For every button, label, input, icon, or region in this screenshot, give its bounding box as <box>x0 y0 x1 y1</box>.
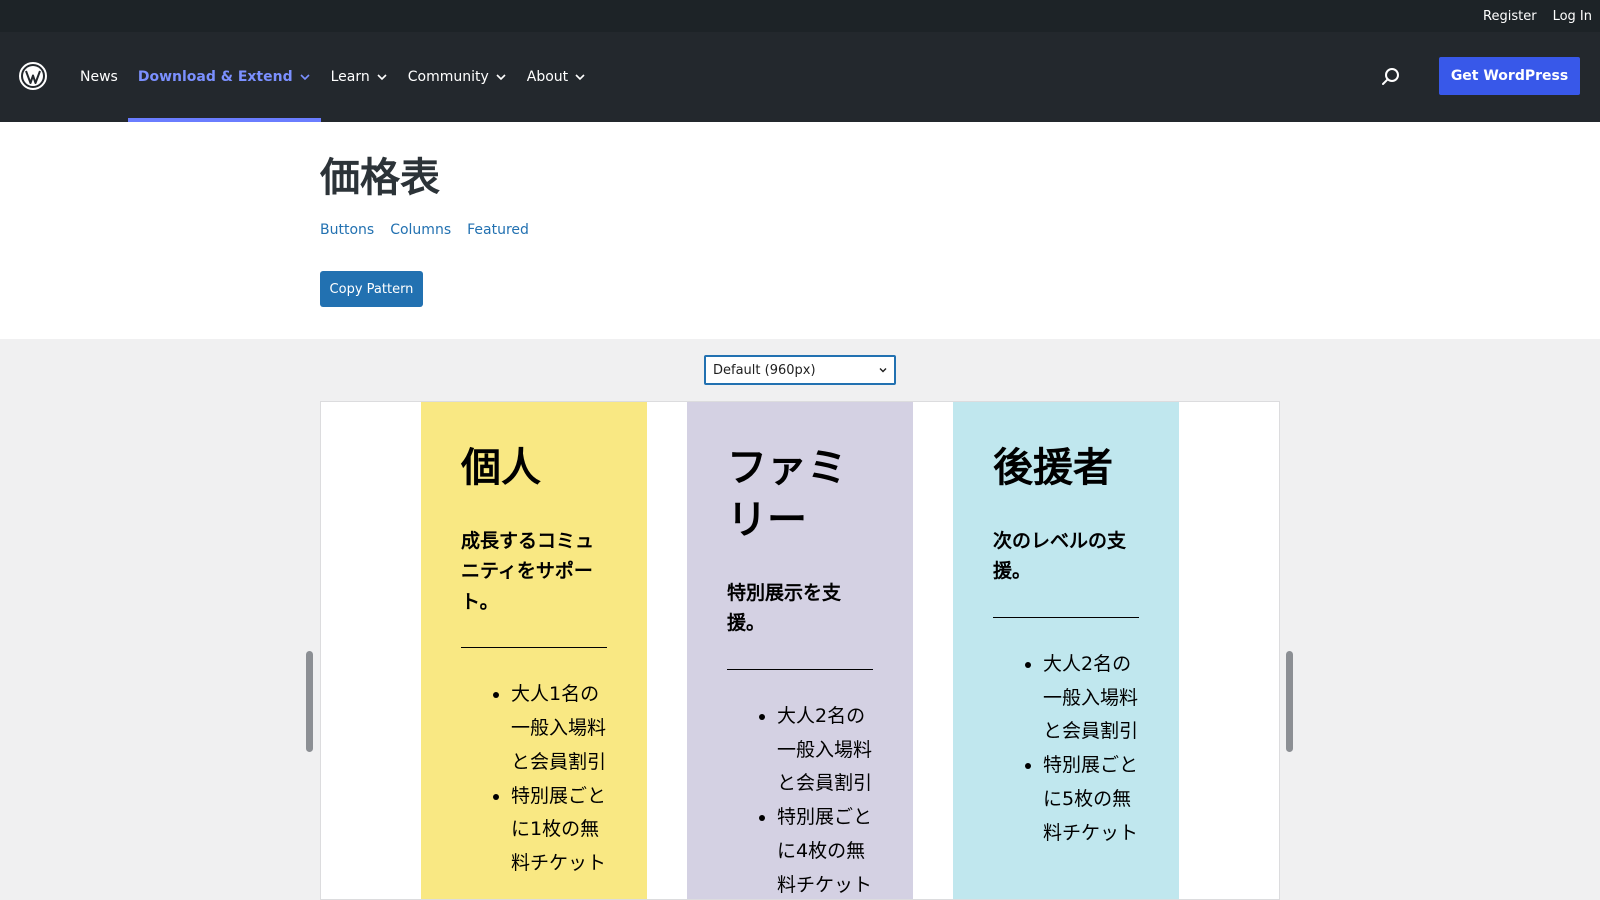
feature-item: 特別展ごとに5枚の無料チケット <box>1043 749 1139 850</box>
pricing-description: 次のレベルの支援。 <box>993 530 1127 583</box>
copy-pattern-button[interactable]: Copy Pattern <box>320 271 423 307</box>
feature-list: 大人1名の一般入場料と会員割引 特別展ごとに1枚の無料チケット <box>461 678 607 881</box>
pricing-description: 特別展示を支援。 <box>727 582 842 635</box>
category-link-buttons[interactable]: Buttons <box>320 222 374 238</box>
nav-item-label: About <box>526 69 569 85</box>
feature-item: 大人1名の一般入場料と会員割引 <box>511 678 607 779</box>
register-link[interactable]: Register <box>1483 9 1537 24</box>
nav-item-label: Community <box>407 69 489 85</box>
preview-width-value: Default (960px) <box>713 362 816 378</box>
nav-item-label: News <box>80 69 118 85</box>
nav-item-learn[interactable]: Learn <box>321 32 398 122</box>
feature-list: 大人2名の一般入場料と会員割引 特別展ごとに4枚の無料チケット <box>727 700 873 899</box>
pricing-column-family: ファミリー 特別展示を支援。 大人2名の一般入場料と会員割引 特別展ごとに4枚の… <box>687 402 913 899</box>
feature-item: 特別展ごとに4枚の無料チケット <box>777 801 873 899</box>
login-link[interactable]: Log In <box>1553 9 1592 24</box>
pricing-title: ファミリー <box>727 445 847 543</box>
preview-width-select[interactable]: Default (960px) <box>704 355 896 385</box>
nav-item-label: Download & Extend <box>137 69 293 85</box>
nav-item-about[interactable]: About <box>517 32 596 122</box>
nav-item-label: Learn <box>330 69 370 85</box>
wordpress-logo-icon[interactable] <box>19 62 47 90</box>
chevron-down-icon <box>300 74 310 81</box>
divider <box>461 647 607 649</box>
feature-item: 大人2名の一般入場料と会員割引 <box>1043 648 1139 749</box>
nav-item-news[interactable]: News <box>70 32 128 122</box>
top-bar: Register Log In <box>0 0 1600 32</box>
pricing-column-patron: 後援者 次のレベルの支援。 大人2名の一般入場料と会員割引 特別展ごとに5枚の無… <box>953 402 1179 899</box>
pricing-description: 成長するコミュニティをサポート。 <box>461 530 595 613</box>
preview-resize-handle-left[interactable] <box>306 651 313 752</box>
divider <box>727 668 873 670</box>
preview-resize-handle-right[interactable] <box>1286 651 1293 752</box>
pattern-categories: Buttons Columns Featured <box>320 222 529 238</box>
nav-item-download-extend[interactable]: Download & Extend <box>127 32 321 122</box>
chevron-down-icon <box>496 74 506 81</box>
main-nav: News Download & Extend Learn Community A… <box>0 32 1600 122</box>
nav-items: News Download & Extend Learn Community A… <box>70 32 596 122</box>
pricing-column-individual: 個人 成長するコミュニティをサポート。 大人1名の一般入場料と会員割引 特別展ご… <box>421 402 647 899</box>
chevron-down-icon <box>575 74 585 81</box>
divider <box>993 616 1139 618</box>
search-icon[interactable] <box>1380 66 1402 88</box>
feature-list: 大人2名の一般入場料と会員割引 特別展ごとに5枚の無料チケット <box>993 648 1139 851</box>
nav-item-community[interactable]: Community <box>398 32 517 122</box>
pattern-preview: 個人 成長するコミュニティをサポート。 大人1名の一般入場料と会員割引 特別展ご… <box>320 401 1280 900</box>
get-wordpress-button[interactable]: Get WordPress <box>1439 57 1580 95</box>
feature-item: 特別展ごとに1枚の無料チケット <box>511 780 607 881</box>
chevron-down-icon <box>377 74 387 81</box>
chevron-down-icon <box>879 368 887 373</box>
pricing-title: 個人 <box>461 445 541 491</box>
category-link-featured[interactable]: Featured <box>467 222 529 238</box>
pricing-title: 後援者 <box>993 445 1113 491</box>
pattern-header: 価格表 Buttons Columns Featured Copy Patter… <box>0 122 1600 339</box>
feature-item: 大人2名の一般入場料と会員割引 <box>777 700 873 801</box>
category-link-columns[interactable]: Columns <box>390 222 451 238</box>
page-title: 価格表 <box>320 155 440 201</box>
